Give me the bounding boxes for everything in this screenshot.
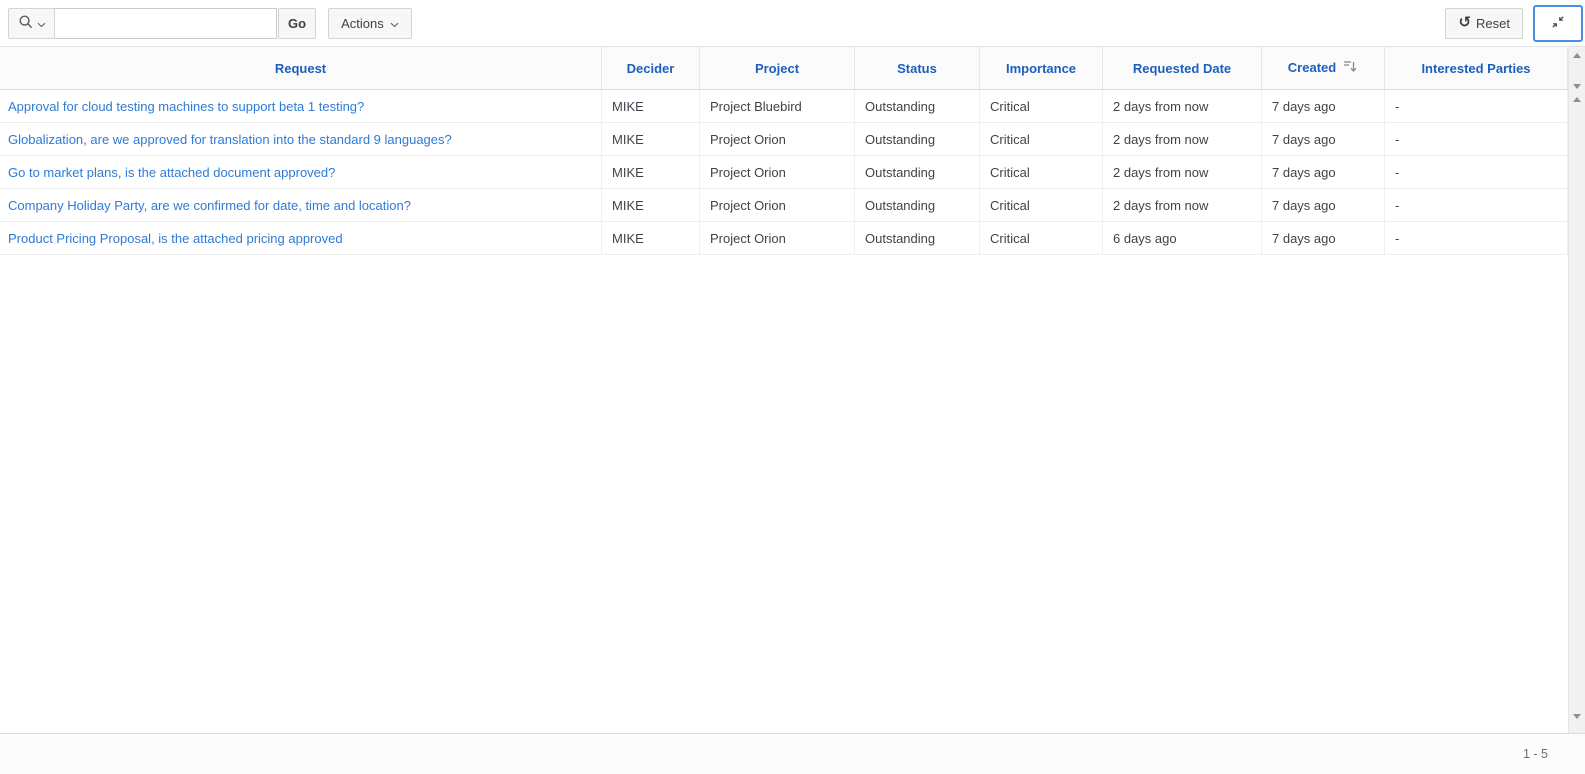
column-header-label: Requested Date <box>1133 61 1231 76</box>
cell-created: 7 days ago <box>1262 123 1385 156</box>
cell-decider: MIKE <box>602 156 700 189</box>
column-header-requested_date[interactable]: Requested Date <box>1103 47 1262 90</box>
vertical-scrollbar[interactable] <box>1568 47 1585 733</box>
cell-importance: Critical <box>980 90 1103 123</box>
table-row: Company Holiday Party, are we confirmed … <box>0 189 1568 222</box>
table-row: Approval for cloud testing machines to s… <box>0 90 1568 123</box>
report-grid-region: Request Decider Project Status Importance Req… <box>0 47 1585 733</box>
cell-project: Project Orion <box>700 156 855 189</box>
cell-status: Outstanding <box>855 123 980 156</box>
cell-project: Project Orion <box>700 123 855 156</box>
cell-interested_parties: - <box>1385 123 1568 156</box>
scroll-up-icon[interactable] <box>1569 97 1585 102</box>
cell-project: Project Orion <box>700 222 855 255</box>
cell-status: Outstanding <box>855 156 980 189</box>
cell-request: Company Holiday Party, are we confirmed … <box>0 189 602 222</box>
request-link[interactable]: Approval for cloud testing machines to s… <box>8 99 364 114</box>
cell-requested_date: 2 days from now <box>1103 156 1262 189</box>
table-row: Product Pricing Proposal, is the attache… <box>0 222 1568 255</box>
cell-status: Outstanding <box>855 90 980 123</box>
interactive-report-page: Go Actions ↺ Reset <box>0 0 1585 774</box>
column-header-status[interactable]: Status <box>855 47 980 90</box>
cell-requested_date: 2 days from now <box>1103 90 1262 123</box>
cell-importance: Critical <box>980 222 1103 255</box>
scroll-down-icon[interactable] <box>1569 714 1585 719</box>
cell-request: Approval for cloud testing machines to s… <box>0 90 602 123</box>
scroll-up-icon[interactable] <box>1569 53 1585 58</box>
collapse-region-button[interactable] <box>1533 5 1583 42</box>
cell-interested_parties: - <box>1385 189 1568 222</box>
column-header-label: Created <box>1288 60 1336 75</box>
request-link[interactable]: Company Holiday Party, are we confirmed … <box>8 198 411 213</box>
column-header-label: Status <box>897 61 937 76</box>
request-link[interactable]: Go to market plans, is the attached docu… <box>8 165 335 180</box>
cell-importance: Critical <box>980 189 1103 222</box>
table-row: Go to market plans, is the attached docu… <box>0 156 1568 189</box>
cell-interested_parties: - <box>1385 156 1568 189</box>
cell-request: Globalization, are we approved for trans… <box>0 123 602 156</box>
cell-requested_date: 6 days ago <box>1103 222 1262 255</box>
request-link[interactable]: Globalization, are we approved for trans… <box>8 132 452 147</box>
search-column-select-button[interactable] <box>8 8 55 39</box>
column-header-label: Decider <box>627 61 675 76</box>
collapse-arrows-icon <box>1550 14 1566 33</box>
column-header-importance[interactable]: Importance <box>980 47 1103 90</box>
cell-status: Outstanding <box>855 189 980 222</box>
cell-decider: MIKE <box>602 189 700 222</box>
cell-request: Product Pricing Proposal, is the attache… <box>0 222 602 255</box>
cell-project: Project Bluebird <box>700 90 855 123</box>
cell-importance: Critical <box>980 156 1103 189</box>
report-toolbar: Go Actions ↺ Reset <box>0 0 1585 47</box>
cell-created: 7 days ago <box>1262 156 1385 189</box>
undo-icon: ↺ <box>1458 15 1471 30</box>
scroll-down-icon[interactable] <box>1569 84 1585 89</box>
cell-interested_parties: - <box>1385 90 1568 123</box>
report-footer: 1 - 5 <box>0 733 1585 774</box>
sort-descending-icon <box>1341 58 1358 78</box>
search-input[interactable] <box>55 8 277 39</box>
cell-decider: MIKE <box>602 123 700 156</box>
column-header-created[interactable]: Created <box>1262 47 1385 90</box>
column-header-label: Importance <box>1006 61 1076 76</box>
column-header-label: Project <box>755 61 799 76</box>
cell-interested_parties: - <box>1385 222 1568 255</box>
actions-button[interactable]: Actions <box>328 8 412 39</box>
column-header-label: Interested Parties <box>1421 61 1530 76</box>
column-header-project[interactable]: Project <box>700 47 855 90</box>
table-row: Globalization, are we approved for trans… <box>0 123 1568 156</box>
cell-status: Outstanding <box>855 222 980 255</box>
cell-requested_date: 2 days from now <box>1103 123 1262 156</box>
cell-request: Go to market plans, is the attached docu… <box>0 156 602 189</box>
cell-created: 7 days ago <box>1262 222 1385 255</box>
pagination-range: 1 - 5 <box>1523 747 1548 761</box>
cell-decider: MIKE <box>602 90 700 123</box>
column-header-request[interactable]: Request <box>0 47 602 90</box>
cell-created: 7 days ago <box>1262 90 1385 123</box>
chevron-down-icon <box>37 16 46 31</box>
search-icon <box>18 14 34 33</box>
report-table: Request Decider Project Status Importance Req… <box>0 47 1568 255</box>
column-header-label: Request <box>275 61 326 76</box>
cell-project: Project Orion <box>700 189 855 222</box>
request-link[interactable]: Product Pricing Proposal, is the attache… <box>8 231 343 246</box>
column-header-interested_parties[interactable]: Interested Parties <box>1385 47 1568 90</box>
chevron-down-icon <box>390 16 399 31</box>
cell-importance: Critical <box>980 123 1103 156</box>
cell-created: 7 days ago <box>1262 189 1385 222</box>
cell-decider: MIKE <box>602 222 700 255</box>
table-header-row: Request Decider Project Status Importance Req… <box>0 47 1568 90</box>
reset-button-label: Reset <box>1476 16 1510 31</box>
actions-button-label: Actions <box>341 16 384 31</box>
reset-button[interactable]: ↺ Reset <box>1445 8 1523 39</box>
cell-requested_date: 2 days from now <box>1103 189 1262 222</box>
search-bar: Go Actions <box>8 8 412 39</box>
go-button[interactable]: Go <box>278 8 316 39</box>
column-header-decider[interactable]: Decider <box>602 47 700 90</box>
